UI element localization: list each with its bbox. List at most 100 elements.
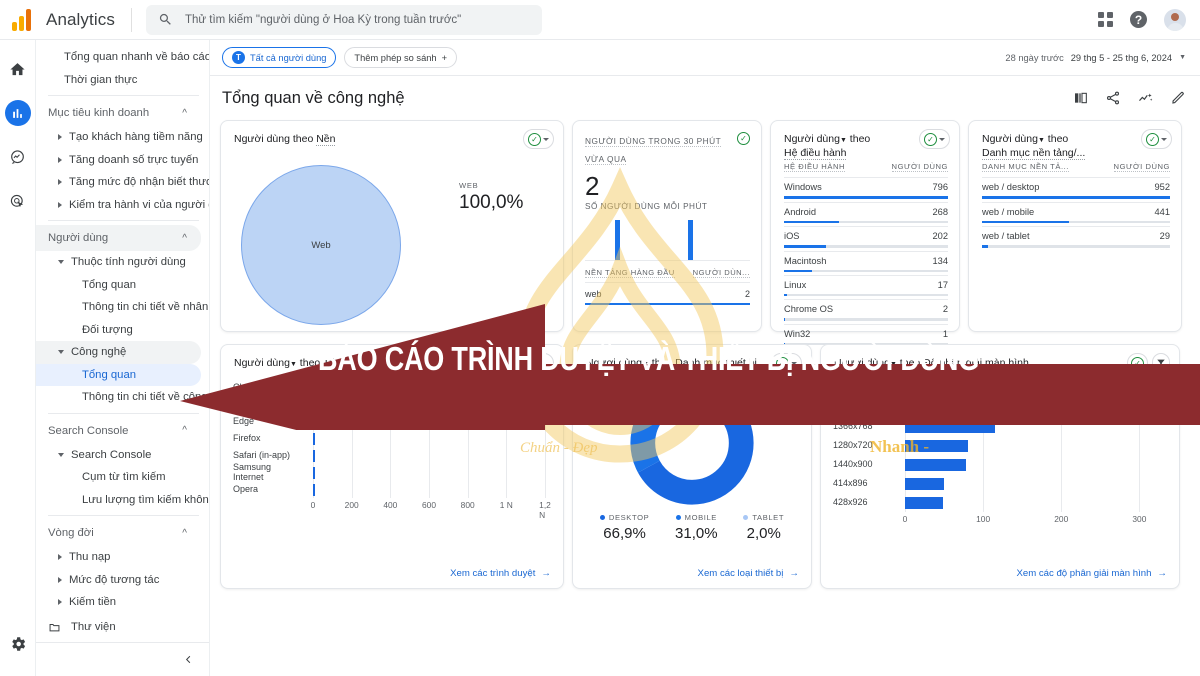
- user-avatar[interactable]: [1164, 8, 1186, 31]
- chevron-down-icon[interactable]: ▼: [840, 137, 847, 144]
- bar[interactable]: [905, 496, 943, 509]
- bar-row[interactable]: 1440x900: [833, 455, 1163, 474]
- sidebar-item-label: Thu nạp: [69, 551, 111, 564]
- sidebar-item-library[interactable]: Thư viện: [36, 612, 209, 642]
- bar[interactable]: [313, 432, 316, 445]
- card-dimension-link[interactable]: Danh mục nền tảng/...: [982, 147, 1086, 161]
- sidebar-item-user-attributes-overview[interactable]: Tổng quan: [36, 274, 201, 297]
- card-dimension-link[interactable]: Nền: [316, 133, 336, 146]
- table-row[interactable]: Windows 796: [784, 177, 948, 199]
- row-meter: [982, 220, 1170, 224]
- row-value: 441: [1154, 206, 1170, 217]
- sidebar-item-generate-leads[interactable]: Tạo khách hàng tiềm năng: [36, 126, 203, 149]
- chevron-down-icon[interactable]: ▼: [1038, 137, 1045, 144]
- table-row[interactable]: iOS 202: [784, 226, 948, 248]
- data-quality-pill[interactable]: ✓: [919, 129, 950, 149]
- table-row[interactable]: Linux 17: [784, 274, 948, 297]
- sidebar-section-user[interactable]: Người dùng ^: [36, 225, 201, 251]
- bar-label: 1440x900: [833, 458, 873, 469]
- compare-icon[interactable]: [1073, 90, 1089, 106]
- sidebar-item-user-attributes[interactable]: Thuộc tính người dùng: [36, 251, 201, 274]
- date-range-picker[interactable]: 28 ngày trước 29 thg 5 - 25 thg 6, 2024 …: [1005, 53, 1186, 63]
- sidebar-item-acquisition[interactable]: Thu nạp: [36, 546, 201, 569]
- sidebar-item-reports-snapshot[interactable]: Tổng quan nhanh về báo cáo: [36, 46, 209, 69]
- view-device-types-link[interactable]: Xem các loại thiết bị →: [698, 568, 799, 579]
- sidebar-section-lifecycle[interactable]: Vòng đời ^: [36, 520, 201, 546]
- bar[interactable]: [905, 477, 945, 490]
- bar-row[interactable]: Firefox: [233, 430, 549, 447]
- rail-item-advertising[interactable]: [5, 188, 31, 214]
- bar-row[interactable]: 428x926: [833, 493, 1163, 512]
- legend-item[interactable]: TABLET 2,0%: [743, 513, 784, 542]
- sidebar-item-tech[interactable]: Công nghệ: [36, 341, 201, 364]
- data-quality-pill[interactable]: ✓: [1141, 129, 1172, 149]
- x-axis: 0 100 200 300: [903, 512, 1155, 528]
- apps-grid-icon[interactable]: [1098, 12, 1113, 27]
- bar-row[interactable]: Opera: [233, 481, 549, 498]
- audience-chip-label: Tất cả người dùng: [250, 52, 327, 63]
- sidebar-section-search-console[interactable]: Search Console ^: [36, 418, 201, 444]
- triangle-right-icon: [58, 201, 62, 208]
- sidebar-item-tech-overview[interactable]: Tổng quan: [36, 363, 201, 386]
- check-circle-icon[interactable]: ✓: [737, 132, 750, 145]
- sidebar-item-google-organic-traffic[interactable]: Lưu lượng tìm kiếm không ...: [36, 489, 209, 512]
- sidebar-item-label: Đối tượng: [82, 323, 133, 336]
- table-row[interactable]: Android 268: [784, 201, 948, 224]
- legend-item[interactable]: MOBILE 31,0%: [675, 513, 718, 542]
- audience-filter-chip[interactable]: T Tất cả người dùng: [222, 47, 337, 68]
- sidebar-item-label: Tổng quan: [82, 278, 137, 291]
- sidebar-section-business-objectives[interactable]: Mục tiêu kinh doanh ^: [36, 100, 201, 126]
- table-row[interactable]: web / mobile 441: [982, 201, 1170, 224]
- sidebar-item-engagement[interactable]: Mức độ tương tác: [36, 569, 201, 592]
- sidebar-collapse-button[interactable]: [36, 642, 209, 676]
- rail-item-explore[interactable]: [5, 144, 31, 170]
- bar-row[interactable]: 414x896: [833, 474, 1163, 493]
- search-icon: [159, 13, 171, 25]
- table-row[interactable]: Macintosh 134: [784, 250, 948, 272]
- bar[interactable]: [313, 483, 315, 496]
- sidebar-item-realtime[interactable]: Thời gian thực: [36, 69, 201, 92]
- sidebar-item-monetisation[interactable]: Kiếm tiền: [36, 591, 201, 614]
- table-row[interactable]: web / tablet 29: [982, 226, 1170, 248]
- home-icon: [10, 62, 25, 75]
- search-input[interactable]: Thử tìm kiếm "người dùng ở Hoa Kỳ trong …: [145, 4, 542, 35]
- realtime-sparkline: [585, 215, 750, 261]
- view-browsers-link[interactable]: Xem các trình duyệt →: [450, 568, 551, 579]
- sidebar-item-search-console[interactable]: Search Console: [36, 444, 201, 467]
- share-icon[interactable]: [1105, 90, 1121, 106]
- x-axis-tick-label: 1 N: [499, 500, 513, 510]
- sidebar-item-examine-user-behaviour[interactable]: Kiểm tra hành vi của người d...: [36, 194, 209, 217]
- card-dimension-link[interactable]: Hệ điều hành: [784, 147, 847, 161]
- date-range-relative-label: 28 ngày trước: [1005, 52, 1064, 63]
- card-header: Người dùng▼ theo Hệ điều hành ✓: [771, 121, 959, 161]
- bar-label: Samsung Internet: [233, 462, 272, 482]
- legend-item[interactable]: DESKTOP 66,9%: [599, 513, 649, 542]
- sidebar-item-tech-details[interactable]: Thông tin chi tiết về công ...: [36, 386, 209, 409]
- bar[interactable]: [313, 449, 315, 462]
- insights-icon[interactable]: [1137, 90, 1154, 107]
- add-comparison-chip[interactable]: Thêm phép so sánh +: [344, 47, 458, 68]
- bar[interactable]: [313, 466, 315, 479]
- table-header: HỆ ĐIỀU HÀNH NGƯỜI DÙNG: [784, 162, 948, 177]
- sidebar-item-raise-brand-awareness[interactable]: Tăng mức độ nhận biết thươn...: [36, 171, 209, 194]
- settings-gear-icon[interactable]: [9, 635, 27, 658]
- table-row[interactable]: web / desktop 952: [982, 177, 1170, 199]
- view-screen-resolutions-link[interactable]: Xem các độ phân giải màn hình →: [1016, 568, 1167, 579]
- sidebar-item-demographic-details[interactable]: Thông tin chi tiết về nhân k...: [36, 296, 209, 319]
- x-axis-tick-label: 800: [460, 500, 475, 510]
- sidebar-item-queries[interactable]: Cụm từ tìm kiếm: [36, 466, 201, 489]
- sidebar-item-drive-online-sales[interactable]: Tăng doanh số trực tuyến: [36, 149, 201, 172]
- bar-row[interactable]: Safari (in-app): [233, 447, 549, 464]
- rail-item-reports[interactable]: [4, 100, 31, 126]
- icon-rail: [0, 40, 36, 676]
- bar-row[interactable]: Samsung Internet: [233, 462, 549, 482]
- sidebar-item-audiences[interactable]: Đối tượng: [36, 319, 201, 342]
- data-quality-pill[interactable]: ✓: [523, 129, 554, 149]
- sidebar-section-label: Vòng đời: [48, 527, 94, 539]
- row-value: 796: [932, 182, 948, 193]
- analytics-app: Analytics Thử tìm kiếm "người dùng ở Hoa…: [0, 0, 1200, 676]
- bar[interactable]: [905, 458, 966, 471]
- edit-icon[interactable]: [1170, 90, 1186, 106]
- rail-item-home[interactable]: [5, 56, 31, 82]
- help-icon[interactable]: ?: [1130, 11, 1147, 28]
